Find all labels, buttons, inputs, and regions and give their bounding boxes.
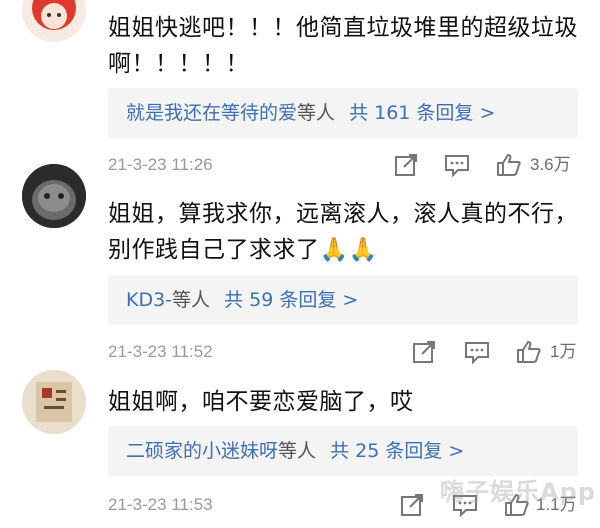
reply-username[interactable]: KD3- xyxy=(126,289,172,311)
reply-suffix: 等人 xyxy=(172,289,211,311)
comment-footer: 21-3-23 11:26 3.6万 xyxy=(108,150,578,180)
comment-text: 姐姐快逃吧！！！他简直垃圾堆里的超级垃圾啊！！！！！ xyxy=(108,15,578,77)
reply-preview[interactable]: 就是我还在等待的爱等人 共 161 条回复 > xyxy=(108,88,578,138)
like-icon[interactable] xyxy=(496,153,522,177)
red-cartoon-avatar-icon xyxy=(22,0,86,42)
comment-icon[interactable] xyxy=(444,153,470,177)
like-count: 3.6万 xyxy=(530,155,571,174)
reply-preview[interactable]: 二硕家的小迷妹呀等人 共 25 条回复 > xyxy=(108,426,578,476)
reply-suffix: 等人 xyxy=(297,102,336,124)
reply-count-link[interactable]: 共 25 条回复 > xyxy=(330,440,464,462)
like-count: 1万 xyxy=(550,342,577,361)
comment-item: 姐姐快逃吧！！！他简直垃圾堆里的超级垃圾啊！！！！！ 就是我还在等待的爱等人 共… xyxy=(0,0,600,180)
cat-photo-avatar-icon xyxy=(22,164,86,228)
share-icon[interactable] xyxy=(400,493,426,517)
reply-count-link[interactable]: 共 59 条回复 > xyxy=(224,289,358,311)
comment-footer: 21-3-23 11:52 1万 xyxy=(108,337,578,367)
comment-text: 姐姐啊，咱不要恋爱脑了，哎 xyxy=(108,389,414,415)
reply-preview[interactable]: KD3-等人 共 59 条回复 > xyxy=(108,275,578,325)
comment-item: 姐姐，算我求你，远离滚人，滚人真的不行，别作践自己了求求了🙏🙏 KD3-等人 共… xyxy=(0,164,600,370)
avatar[interactable] xyxy=(22,370,86,434)
reply-count-link[interactable]: 共 161 条回复 > xyxy=(349,102,495,124)
watermark: 嗨子娱乐App xyxy=(440,478,596,506)
reply-username[interactable]: 就是我还在等待的爱 xyxy=(126,102,297,124)
share-icon[interactable] xyxy=(394,153,420,177)
share-icon[interactable] xyxy=(412,340,438,364)
avatar[interactable] xyxy=(22,164,86,228)
avatar[interactable] xyxy=(22,0,86,42)
calligraphy-avatar-icon xyxy=(22,370,86,434)
reply-username[interactable]: 二硕家的小迷妹呀 xyxy=(126,440,278,462)
comment-timestamp: 21-3-23 11:52 xyxy=(108,342,213,361)
comment-timestamp: 21-3-23 11:26 xyxy=(108,155,213,174)
comment-icon[interactable] xyxy=(464,340,490,364)
like-icon[interactable] xyxy=(516,340,542,364)
comment-timestamp: 21-3-23 11:53 xyxy=(108,495,213,514)
comment-text: 姐姐，算我求你，远离滚人，滚人真的不行，别作践自己了求求了🙏🙏 xyxy=(108,201,578,263)
reply-suffix: 等人 xyxy=(278,440,317,462)
